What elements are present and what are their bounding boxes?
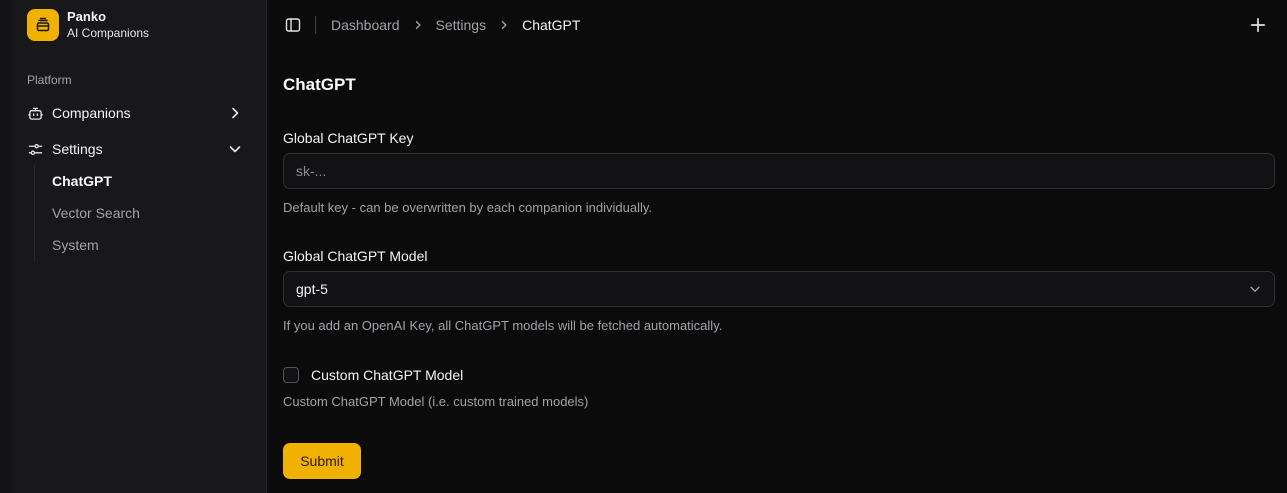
sidebar-item-settings[interactable]: Settings — [19, 133, 259, 165]
brand[interactable]: Panko AI Companions — [27, 9, 149, 41]
breadcrumb-current: ChatGPT — [522, 17, 581, 33]
plus-icon[interactable] — [1249, 16, 1267, 34]
brand-name: Panko — [67, 9, 107, 24]
sidebar-subitem-chatgpt[interactable]: ChatGPT — [43, 167, 243, 195]
sidebar-subitem-system[interactable]: System — [43, 231, 243, 259]
chevron-right-icon — [497, 18, 511, 32]
chevron-right-icon — [232, 107, 239, 119]
breadcrumb-settings[interactable]: Settings — [436, 17, 487, 33]
submit-button[interactable]: Submit — [283, 443, 361, 479]
bot-icon — [27, 105, 43, 121]
sidebar-item-label: Settings — [52, 141, 103, 157]
model-select-value: gpt-5 — [296, 281, 328, 297]
chatgpt-key-input[interactable] — [283, 153, 1275, 189]
window-edge — [0, 0, 11, 493]
sidebar-item-companions[interactable]: Companions — [19, 97, 259, 129]
sidebar-item-label: Companions — [52, 105, 131, 121]
panel-left-icon — [285, 18, 301, 32]
model-field-help: If you add an OpenAI Key, all ChatGPT mo… — [283, 318, 723, 333]
sidebar: Panko AI Companions Platform Companions — [11, 0, 267, 493]
custom-model-label[interactable]: Custom ChatGPT Model — [311, 367, 463, 383]
divider — [315, 16, 316, 34]
brand-subtitle: AI Companions — [67, 26, 150, 40]
custom-model-checkbox[interactable] — [283, 367, 299, 383]
sidebar-subitem-vector-search[interactable]: Vector Search — [43, 199, 243, 227]
settings-subnav: ChatGPT Vector Search System — [34, 165, 244, 262]
sliders-icon — [27, 141, 43, 157]
breadcrumb: Dashboard Settings ChatGPT — [331, 17, 580, 33]
chevron-down-icon — [1250, 286, 1260, 292]
breadcrumb-dashboard[interactable]: Dashboard — [331, 17, 400, 33]
page-title: ChatGPT — [283, 75, 356, 94]
chevron-right-icon — [411, 18, 425, 32]
brand-logo-icon — [27, 9, 59, 41]
app-root: Panko AI Companions Platform Companions — [0, 0, 1287, 493]
top-bar: Dashboard Settings ChatGPT — [267, 0, 1287, 50]
sidebar-group-label: Platform — [27, 73, 72, 87]
chatgpt-model-select[interactable]: gpt-5 — [283, 271, 1275, 307]
main-content: Dashboard Settings ChatGPT ChatGPT Globa… — [267, 0, 1287, 493]
sidebar-toggle-button[interactable] — [284, 16, 302, 34]
model-field-label: Global ChatGPT Model — [283, 248, 428, 264]
custom-model-help: Custom ChatGPT Model (i.e. custom traine… — [283, 394, 589, 409]
key-field-help: Default key - can be overwritten by each… — [283, 200, 653, 215]
chevron-down-icon — [229, 146, 241, 153]
key-field-label: Global ChatGPT Key — [283, 130, 414, 146]
